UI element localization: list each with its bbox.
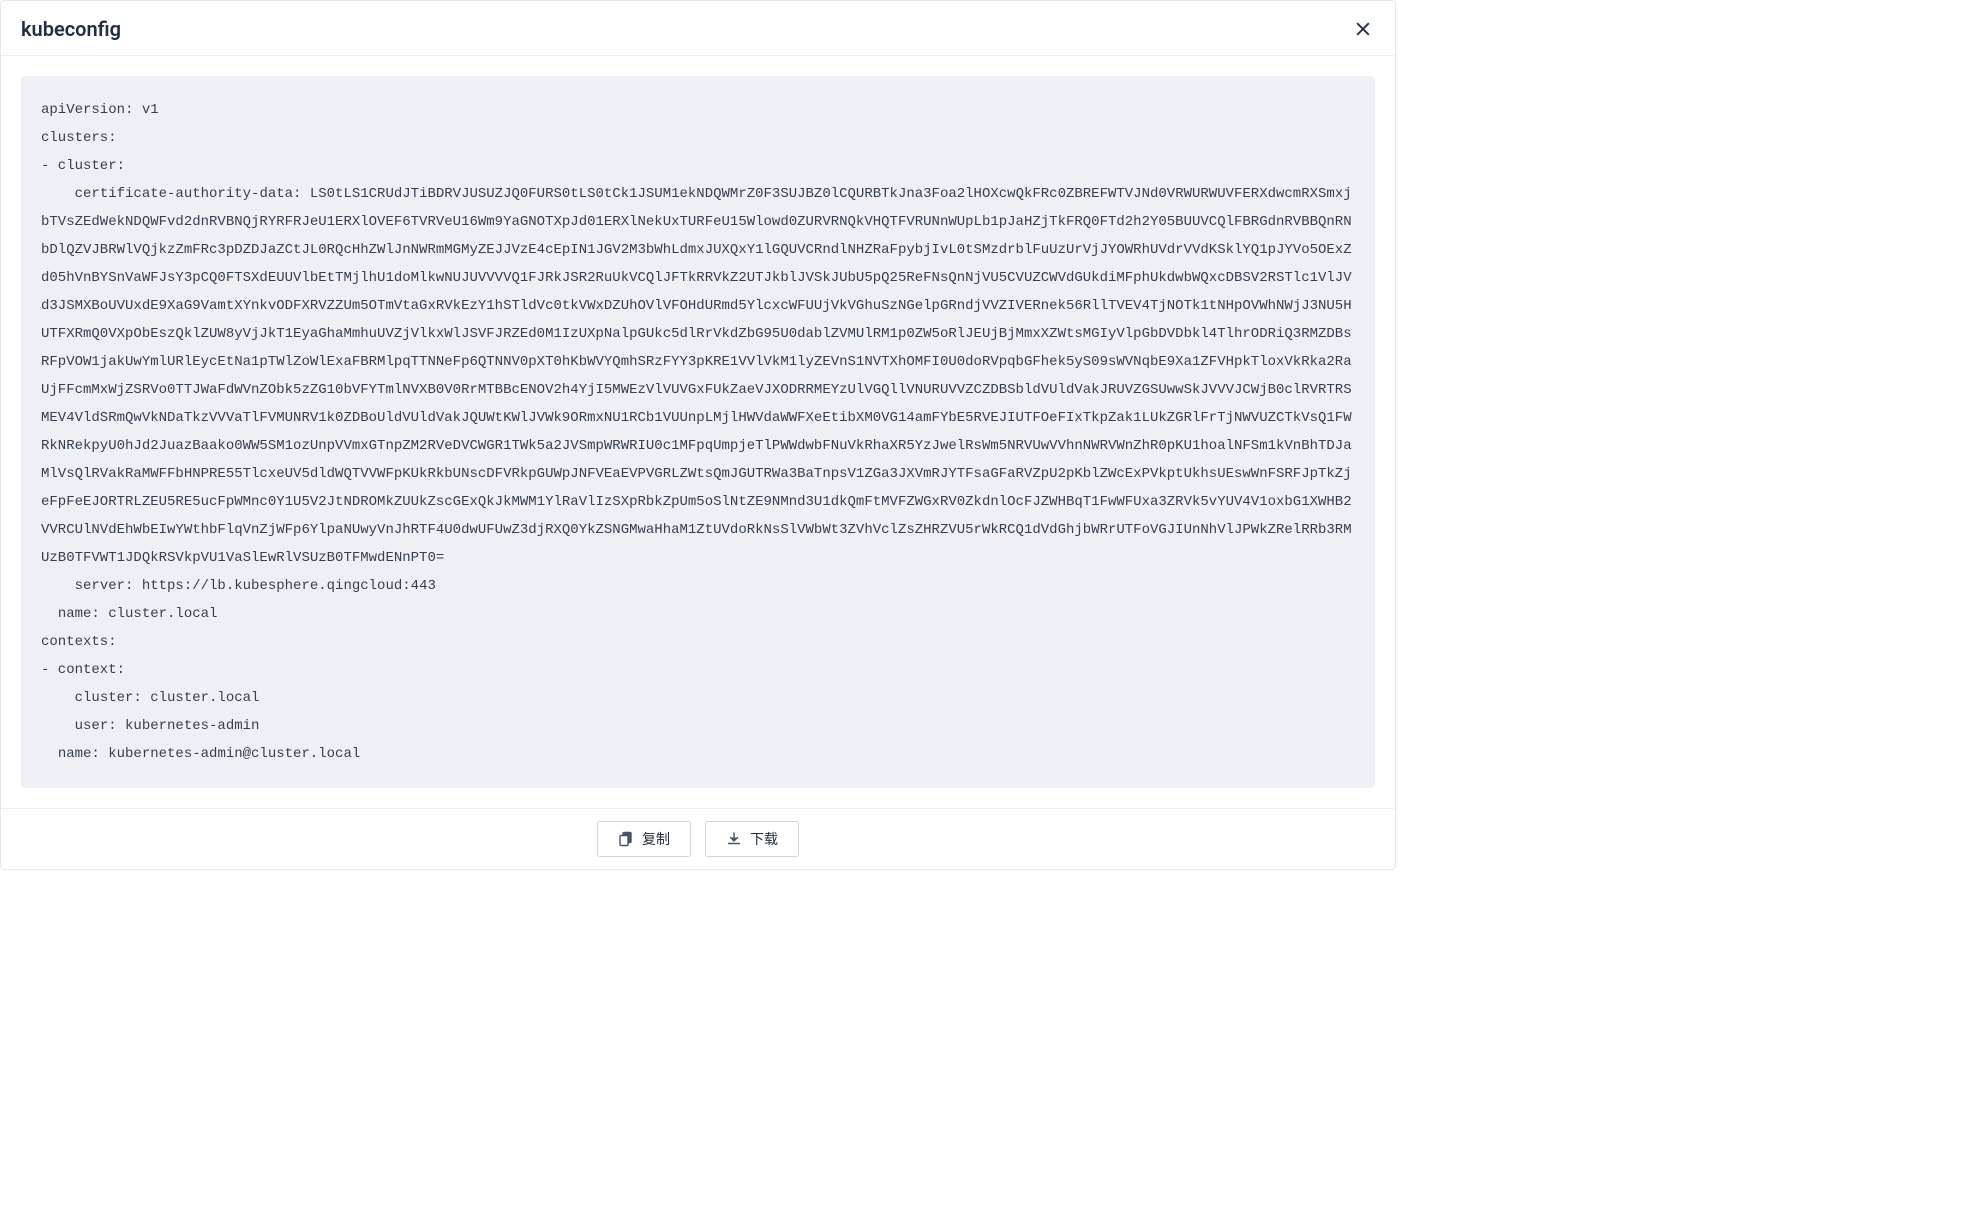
modal-footer: 复制 下载 (1, 808, 1395, 869)
download-button-label: 下载 (750, 829, 778, 849)
kubeconfig-code[interactable]: apiVersion: v1 clusters: - cluster: cert… (21, 76, 1375, 788)
close-icon[interactable] (1351, 17, 1375, 41)
download-button[interactable]: 下载 (705, 821, 799, 857)
copy-button[interactable]: 复制 (597, 821, 691, 857)
copy-button-label: 复制 (642, 829, 670, 849)
modal-title: kubeconfig (21, 17, 121, 41)
copy-icon (618, 831, 634, 847)
modal-body: apiVersion: v1 clusters: - cluster: cert… (1, 56, 1395, 808)
modal-header: kubeconfig (1, 1, 1395, 56)
kubeconfig-modal: kubeconfig apiVersion: v1 clusters: - cl… (0, 0, 1396, 870)
download-icon (726, 831, 742, 847)
